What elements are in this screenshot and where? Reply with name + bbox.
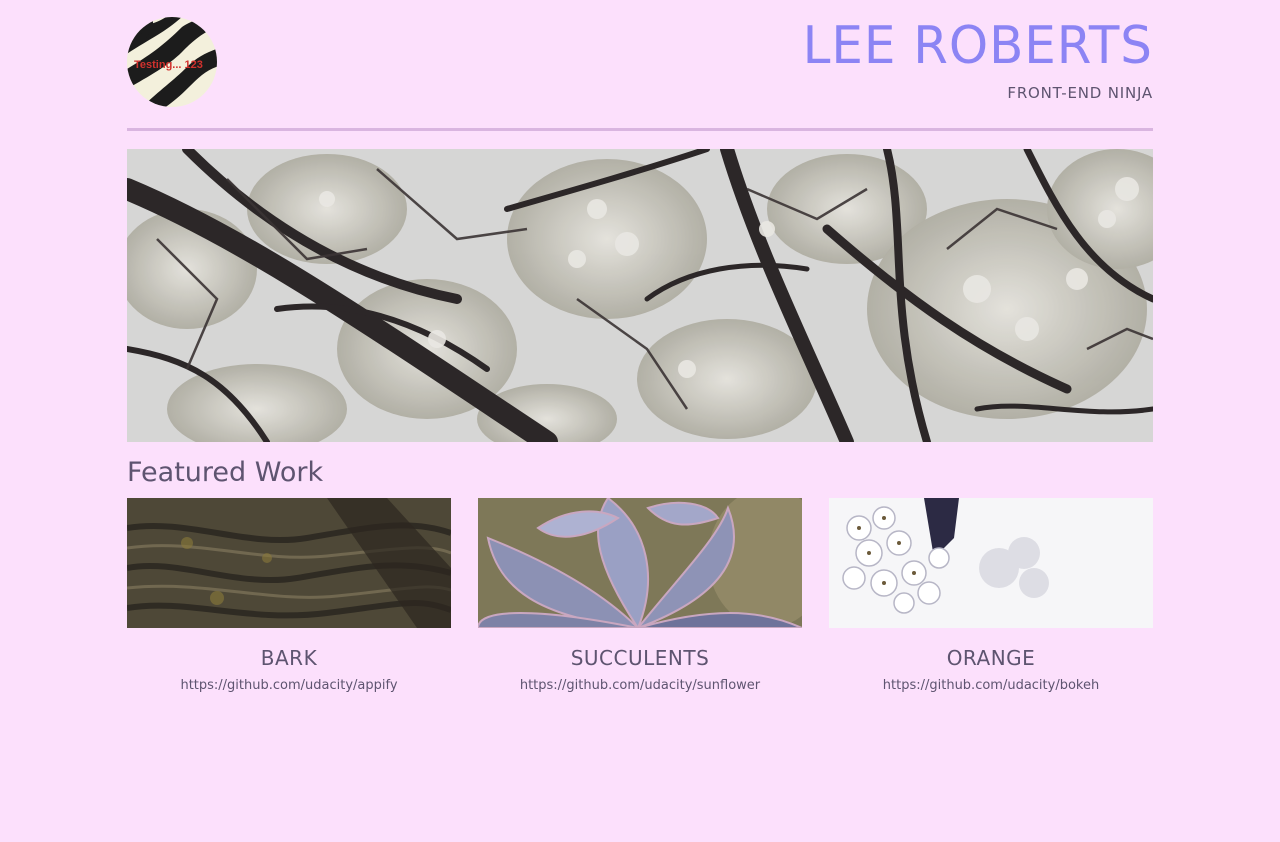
project-thumbnail[interactable] xyxy=(127,498,451,628)
project-link[interactable]: https://github.com/udacity/bokeh xyxy=(829,678,1153,693)
project-card-orange: ORANGE https://github.com/udacity/bokeh xyxy=(829,498,1153,693)
bark-photo xyxy=(127,498,451,628)
project-thumbnail[interactable] xyxy=(478,498,802,628)
project-card-bark: BARK https://github.com/udacity/appify xyxy=(127,498,451,693)
header-divider xyxy=(127,128,1153,131)
succulent-photo xyxy=(478,498,802,628)
featured-work-heading: Featured Work xyxy=(127,457,324,488)
project-link[interactable]: https://github.com/udacity/appify xyxy=(127,678,451,693)
project-title: SUCCULENTS xyxy=(570,646,710,670)
site-owner-name: LEE ROBERTS xyxy=(802,16,1153,76)
project-link[interactable]: https://github.com/udacity/sunflower xyxy=(478,678,802,693)
project-thumbnail[interactable] xyxy=(829,498,1153,628)
logo-avatar: Testing... 123 xyxy=(127,17,217,107)
tagline: FRONT-END NINJA xyxy=(1007,84,1153,102)
project-title: BARK xyxy=(260,646,318,670)
project-title: ORANGE xyxy=(946,646,1036,670)
hero-image xyxy=(127,149,1153,442)
blossom-closeup-photo xyxy=(829,498,1153,628)
logo-text: Testing... 123 xyxy=(134,59,203,71)
project-card-succulents: SUCCULENTS https://github.com/udacity/su… xyxy=(478,498,802,693)
blossom-tree-photo xyxy=(127,149,1153,442)
